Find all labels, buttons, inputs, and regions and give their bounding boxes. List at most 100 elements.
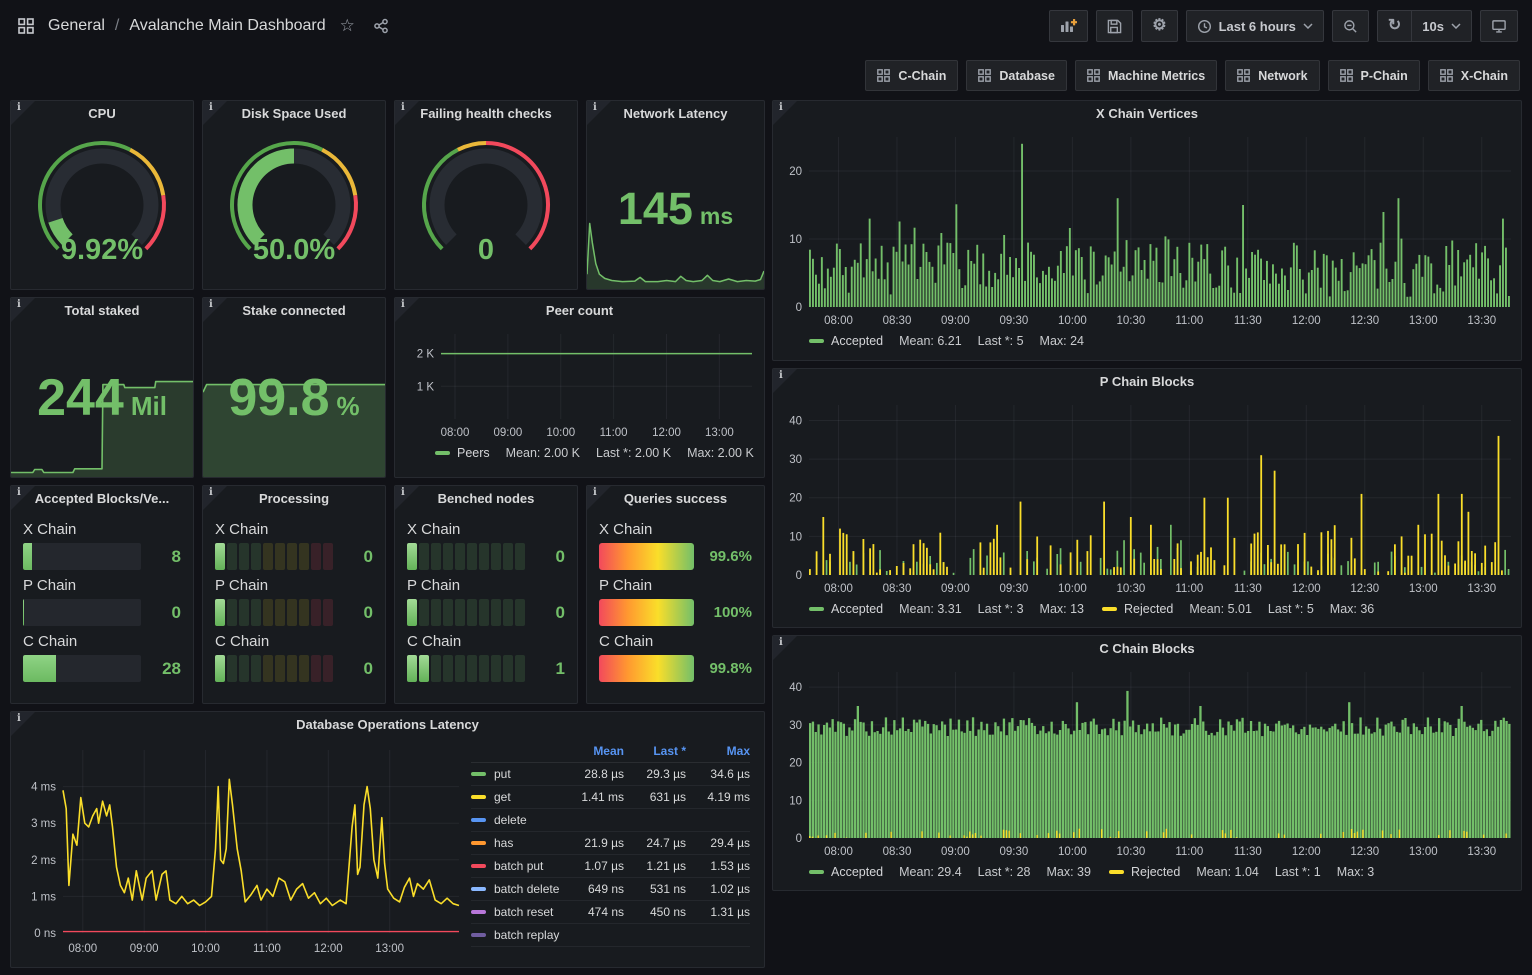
panel-title[interactable]: C Chain Blocks <box>773 636 1521 662</box>
dashboard-link-network[interactable]: Network <box>1225 60 1319 91</box>
legend-table-header[interactable]: Last * <box>624 740 686 763</box>
p-chain-blocks-chart[interactable]: 08:0008:3009:0009:3010:0010:3011:0011:30… <box>775 395 1519 599</box>
save-dashboard-button[interactable] <box>1096 10 1133 42</box>
panel-info-icon[interactable]: i <box>395 486 419 510</box>
dashboard-link-database[interactable]: Database <box>966 60 1067 91</box>
legend-stat: Mean: 5.01 <box>1189 602 1252 616</box>
dashboard-link-p-chain[interactable]: P-Chain <box>1328 60 1420 91</box>
lcd-gauge-track <box>215 543 333 570</box>
add-panel-button[interactable] <box>1049 10 1088 42</box>
lcd-segment <box>431 543 441 570</box>
dashboard-link-label: Database <box>999 69 1055 83</box>
dashboard-settings-button[interactable]: ⚙ <box>1141 10 1177 42</box>
cycle-view-mode-button[interactable] <box>1480 10 1518 42</box>
legend-series-label[interactable]: delete <box>494 813 527 827</box>
lcd-gauge-value: 0 <box>343 547 373 567</box>
panel-info-icon[interactable]: i <box>773 101 797 125</box>
lcd-gauge-track <box>215 599 333 626</box>
legend-series-label[interactable]: Accepted <box>831 334 883 348</box>
c-chain-blocks-chart[interactable]: 08:0008:3009:0009:3010:0010:3011:0011:30… <box>775 662 1519 862</box>
chain-label: P Chain <box>215 577 373 594</box>
svg-text:13:30: 13:30 <box>1467 583 1496 595</box>
legend-series-label[interactable]: Rejected <box>1131 865 1180 879</box>
panel-title[interactable]: Benched nodes <box>395 486 577 512</box>
legend-table-value: 4.19 ms <box>686 786 750 809</box>
legend-series-label[interactable]: batch put <box>494 859 543 873</box>
legend-series-label[interactable]: Rejected <box>1124 602 1173 616</box>
panel-title[interactable]: Stake connected <box>203 298 385 324</box>
grid-icon <box>1340 69 1353 82</box>
panel-info-icon[interactable]: i <box>11 298 35 322</box>
panel-info-icon[interactable]: i <box>11 486 35 510</box>
refresh-interval-picker[interactable]: 10s <box>1411 10 1472 42</box>
panel-title[interactable]: Total staked <box>11 298 193 324</box>
legend-series-label[interactable]: put <box>494 767 511 781</box>
stat-unit: ms <box>700 203 733 229</box>
panel-title[interactable]: Disk Space Used <box>203 101 385 127</box>
legend-series-label[interactable]: batch reset <box>494 905 553 919</box>
panel-title[interactable]: CPU <box>11 101 193 127</box>
panel-info-icon[interactable]: i <box>203 101 227 125</box>
zoom-out-time-button[interactable] <box>1332 10 1369 42</box>
panel-info-icon[interactable]: i <box>11 101 35 125</box>
info-glyph: i <box>209 299 213 310</box>
panel-title[interactable]: Failing health checks <box>395 101 577 127</box>
legend-item: PeersMean: 2.00 KLast *: 2.00 KMax: 2.00… <box>435 446 764 460</box>
peer-count-chart[interactable]: 08:0009:0010:0011:0012:0013:001 K2 K <box>397 324 762 443</box>
panel-info-icon[interactable]: i <box>395 298 419 322</box>
dashboard-link-machine-metrics[interactable]: Machine Metrics <box>1075 60 1217 91</box>
legend-series-label[interactable]: batch delete <box>494 882 559 896</box>
legend-series-label[interactable]: Accepted <box>831 865 883 879</box>
panel-info-icon[interactable]: i <box>203 486 227 510</box>
legend-series-swatch <box>471 818 486 822</box>
stat-number: 145 <box>618 183 693 234</box>
legend-table-value: 29.4 µs <box>686 832 750 855</box>
panel-info-icon[interactable]: i <box>11 712 35 736</box>
panel-info-icon[interactable]: i <box>587 486 611 510</box>
breadcrumb-dashboard-title[interactable]: Avalanche Main Dashboard <box>129 17 325 35</box>
legend-series-label[interactable]: Peers <box>457 446 490 460</box>
db-latency-chart[interactable]: 08:0009:0010:0011:0012:0013:000 ns1 ms2 … <box>15 738 467 959</box>
legend-table-header[interactable]: Mean <box>560 740 624 763</box>
legend-series-label[interactable]: get <box>494 790 511 804</box>
svg-text:10:30: 10:30 <box>1116 315 1145 327</box>
panel-title[interactable]: Database Operations Latency <box>11 712 764 738</box>
panel-title[interactable]: X Chain Vertices <box>773 101 1521 127</box>
chain-label: X Chain <box>23 521 181 538</box>
legend-series-label[interactable]: batch replay <box>494 928 559 942</box>
legend-table-header[interactable]: Max <box>686 740 750 763</box>
lcd-gauge-row: 0 <box>407 599 565 626</box>
legend-table-value: 1.07 µs <box>560 855 624 878</box>
share-dashboard-button[interactable] <box>369 16 393 36</box>
panel-title[interactable]: P Chain Blocks <box>773 369 1521 395</box>
panel-info-icon[interactable]: i <box>395 101 419 125</box>
dashboards-grid-icon[interactable] <box>14 16 38 36</box>
lcd-segment <box>251 543 261 570</box>
x-chain-vertices-chart[interactable]: 08:0008:3009:0009:3010:0010:3011:0011:30… <box>775 127 1519 331</box>
panel-title[interactable]: Accepted Blocks/Ve... <box>11 486 193 512</box>
lcd-segment <box>299 655 309 682</box>
legend-series-label[interactable]: has <box>494 836 513 850</box>
favorite-star-button[interactable]: ☆ <box>336 14 359 38</box>
panel-title[interactable]: Processing <box>203 486 385 512</box>
panel-stake-connected: i Stake connected 99.8% <box>202 297 386 478</box>
lcd-segment <box>287 599 297 626</box>
panel-info-icon[interactable]: i <box>587 101 611 125</box>
panel-info-icon[interactable]: i <box>773 636 797 660</box>
dashboard-link-x-chain[interactable]: X-Chain <box>1428 60 1520 91</box>
svg-text:30: 30 <box>789 720 802 732</box>
panel-title[interactable]: Queries success <box>587 486 764 512</box>
svg-text:40: 40 <box>789 682 802 694</box>
legend-table-value: 1.41 ms <box>560 786 624 809</box>
svg-text:12:30: 12:30 <box>1350 846 1379 858</box>
panel-title[interactable]: Peer count <box>395 298 764 324</box>
panel-title[interactable]: Network Latency <box>587 101 764 127</box>
dashboard-link-c-chain[interactable]: C-Chain <box>865 60 958 91</box>
time-range-picker[interactable]: Last 6 hours <box>1186 10 1324 42</box>
lcd-gauge-row: 0 <box>215 543 373 570</box>
refresh-dashboard-button[interactable]: ↻ <box>1377 10 1411 42</box>
panel-info-icon[interactable]: i <box>203 298 227 322</box>
legend-series-label[interactable]: Accepted <box>831 602 883 616</box>
breadcrumb-folder[interactable]: General <box>48 17 105 35</box>
panel-info-icon[interactable]: i <box>773 369 797 393</box>
